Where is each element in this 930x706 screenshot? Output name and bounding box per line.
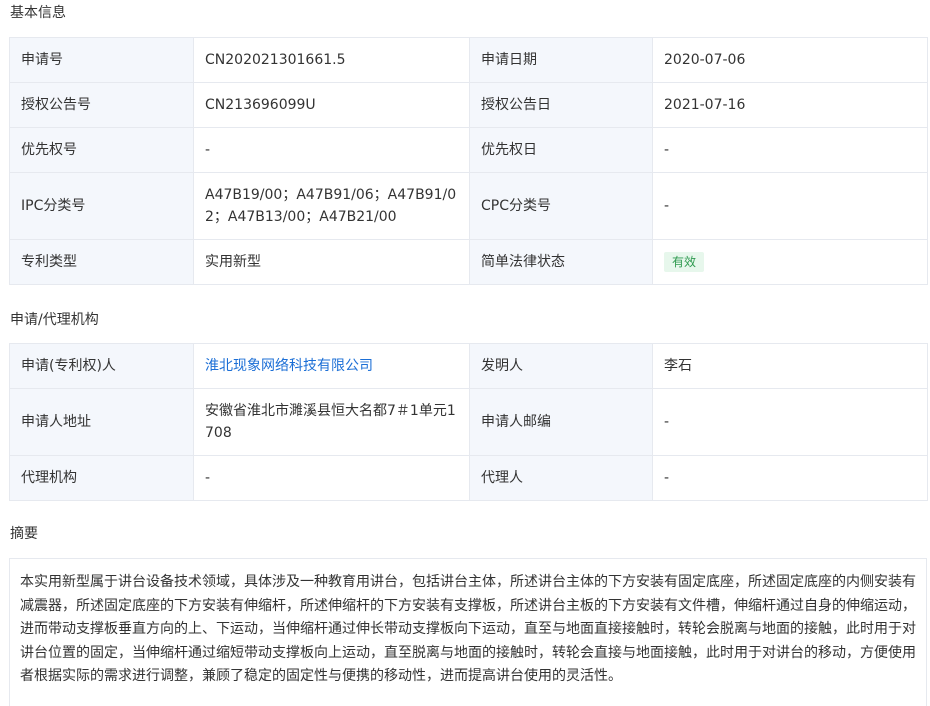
cpc-class-value: - (652, 172, 928, 240)
table-row: 申请人地址 安徽省淮北市濉溪县恒大名都7＃1单元1708 申请人邮编 - (9, 388, 928, 456)
grant-date-label: 授权公告日 (469, 82, 653, 128)
legal-status-cell: 有效 (652, 239, 928, 285)
applicant-cell: 淮北现象网络科技有限公司 (193, 343, 470, 389)
table-row: 授权公告号 CN213696099U 授权公告日 2021-07-16 (9, 82, 928, 128)
ipc-class-value: A47B19/00；A47B91/06；A47B91/02；A47B13/00；… (193, 172, 470, 240)
agent-label: 代理人 (469, 455, 653, 501)
priority-number-label: 优先权号 (9, 127, 194, 173)
application-date-label: 申请日期 (469, 37, 653, 83)
applicant-address-value: 安徽省淮北市濉溪县恒大名都7＃1单元1708 (193, 388, 470, 456)
table-row: 申请号 CN202021301661.5 申请日期 2020-07-06 (9, 37, 928, 83)
table-row: 申请(专利权)人 淮北现象网络科技有限公司 发明人 李石 (9, 343, 928, 389)
agent-value: - (652, 455, 928, 501)
ipc-class-label: IPC分类号 (9, 172, 194, 240)
section-title-basic-info: 基本信息 (10, 5, 66, 21)
patent-type-value: 实用新型 (193, 239, 470, 285)
applicant-postcode-label: 申请人邮编 (469, 388, 653, 456)
legal-status-label: 简单法律状态 (469, 239, 653, 285)
patent-type-label: 专利类型 (9, 239, 194, 285)
section-title-applicant-agency: 申请/代理机构 (10, 312, 99, 328)
application-number-label: 申请号 (9, 37, 194, 83)
grant-date-value: 2021-07-16 (652, 82, 928, 128)
status-badge: 有效 (664, 252, 705, 272)
priority-number-value: - (193, 127, 470, 173)
priority-date-label: 优先权日 (469, 127, 653, 173)
abstract-text: 本实用新型属于讲台设备技术领域，具体涉及一种教育用讲台，包括讲台主体，所述讲台主… (9, 558, 927, 706)
agency-label: 代理机构 (9, 455, 194, 501)
table-row: 代理机构 - 代理人 - (9, 455, 928, 501)
inventor-value: 李石 (652, 343, 928, 389)
section-title-abstract: 摘要 (10, 526, 38, 542)
application-date-value: 2020-07-06 (652, 37, 928, 83)
priority-date-value: - (652, 127, 928, 173)
application-number-value: CN202021301661.5 (193, 37, 470, 83)
grant-number-value: CN213696099U (193, 82, 470, 128)
grant-number-label: 授权公告号 (9, 82, 194, 128)
applicant-label: 申请(专利权)人 (9, 343, 194, 389)
agency-value: - (193, 455, 470, 501)
inventor-label: 发明人 (469, 343, 653, 389)
applicant-address-label: 申请人地址 (9, 388, 194, 456)
applicant-postcode-value: - (652, 388, 928, 456)
cpc-class-label: CPC分类号 (469, 172, 653, 240)
basic-info-table: 申请号 CN202021301661.5 申请日期 2020-07-06 授权公… (9, 37, 928, 285)
applicant-agency-table: 申请(专利权)人 淮北现象网络科技有限公司 发明人 李石 申请人地址 安徽省淮北… (9, 343, 928, 501)
table-row: 专利类型 实用新型 简单法律状态 有效 (9, 239, 928, 285)
table-row: IPC分类号 A47B19/00；A47B91/06；A47B91/02；A47… (9, 172, 928, 240)
table-row: 优先权号 - 优先权日 - (9, 127, 928, 173)
applicant-link[interactable]: 淮北现象网络科技有限公司 (205, 358, 373, 374)
